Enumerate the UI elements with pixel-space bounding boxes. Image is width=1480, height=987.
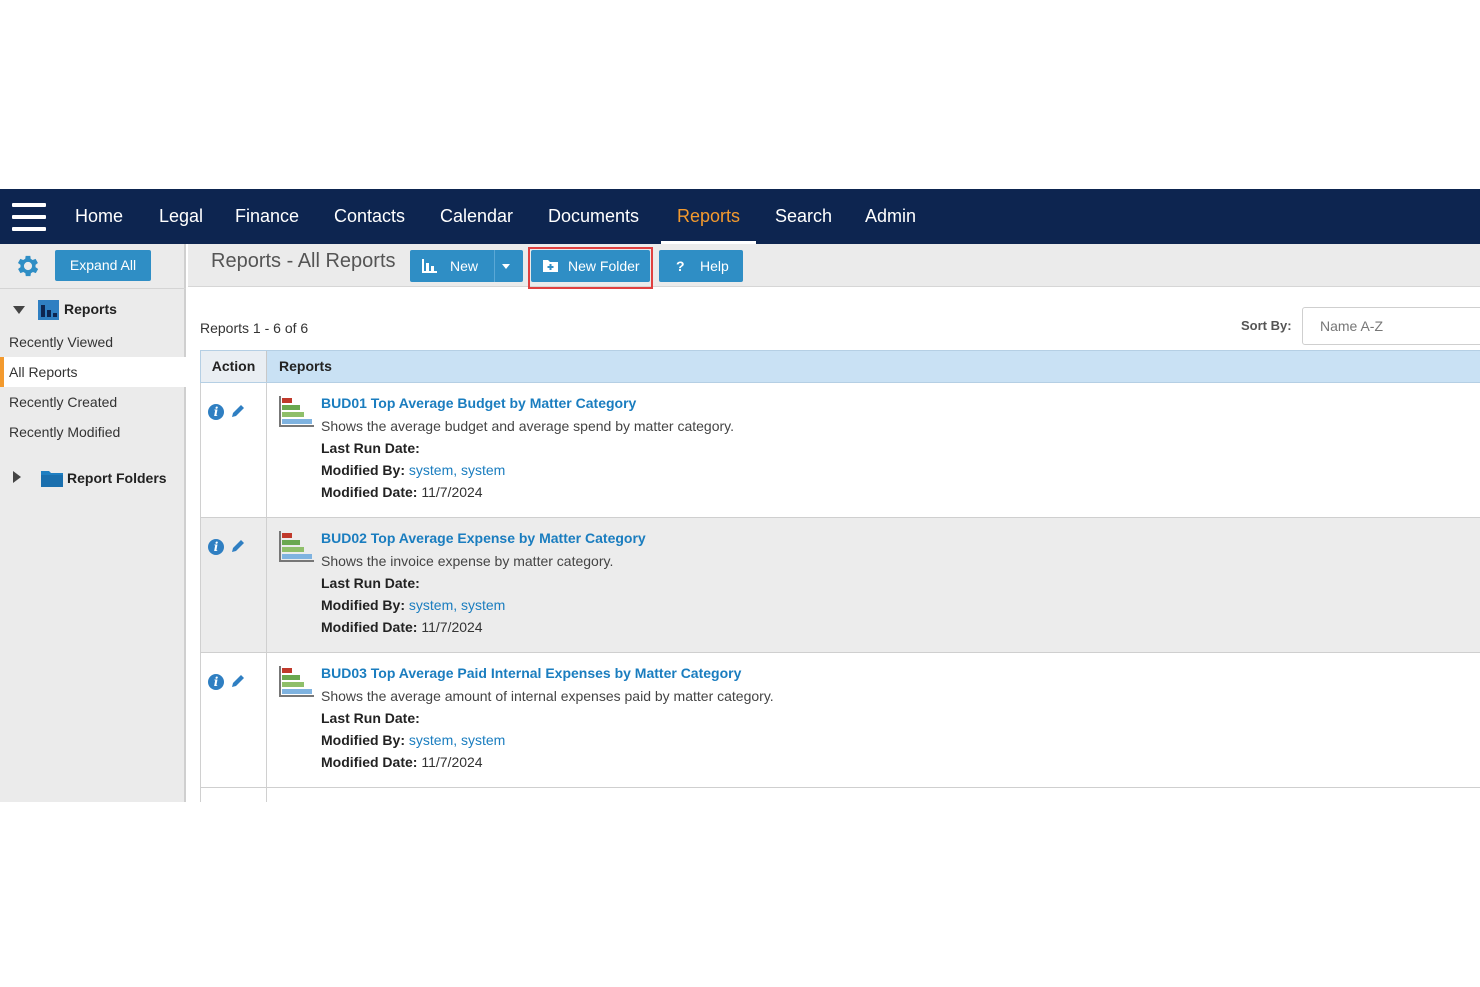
help-button[interactable]: ? Help	[659, 250, 743, 282]
chevron-right-icon[interactable]	[13, 471, 21, 483]
last-run-line: Last Run Date:	[321, 575, 420, 591]
report-title-link[interactable]: BUD02 Top Average Expense by Matter Cate…	[321, 530, 646, 546]
sort-by-label: Sort By:	[1241, 318, 1292, 333]
sidebar: Expand All Reports Recently Viewed All R…	[0, 244, 186, 802]
modified-date-value: 11/7/2024	[421, 484, 483, 500]
row-actions: i	[201, 518, 267, 652]
report-chart-icon	[279, 531, 314, 562]
sidebar-item-recently-viewed[interactable]: Recently Viewed	[0, 327, 186, 357]
last-run-label: Last Run Date:	[321, 575, 420, 591]
new-button-label: New	[450, 258, 479, 274]
column-header-reports[interactable]: Reports	[279, 351, 332, 382]
split-divider	[494, 250, 495, 282]
table-row: i BUD01 Top Average Budget by Matter Cat…	[200, 383, 1480, 518]
sidebar-item-label: Recently Viewed	[9, 334, 114, 350]
report-description: Shows the invoice expense by matter cate…	[321, 553, 614, 569]
sidebar-item-label: Recently Created	[9, 394, 118, 410]
report-title-link[interactable]: BUD01 Top Average Budget by Matter Categ…	[321, 395, 636, 411]
nav-calendar[interactable]: Calendar	[440, 189, 513, 244]
info-icon[interactable]: i	[208, 539, 224, 555]
modified-date-label: Modified Date:	[321, 619, 418, 635]
nav-reports[interactable]: Reports	[660, 189, 757, 244]
modified-date-label: Modified Date:	[321, 484, 418, 500]
column-header-action[interactable]: Action	[201, 351, 267, 382]
modified-date-line: Modified Date: 11/7/2024	[321, 754, 483, 770]
modified-by-label: Modified By:	[321, 597, 405, 613]
row-actions	[201, 788, 267, 802]
modified-by-label: Modified By:	[321, 462, 405, 478]
tree-report-folders-label[interactable]: Report Folders	[67, 470, 167, 486]
help-label: Help	[700, 258, 729, 274]
main-content: Reports - All Reports New New Folder ? H…	[188, 244, 1480, 802]
sidebar-item-recently-created[interactable]: Recently Created	[0, 387, 186, 417]
highlight-box	[528, 247, 653, 289]
report-chart-icon	[279, 666, 314, 697]
row-actions: i	[201, 653, 267, 787]
table-row: i BUD02 Top Average Expense by Matter Ca…	[200, 518, 1480, 653]
table-header: Action Reports	[200, 350, 1480, 383]
sidebar-item-label: All Reports	[9, 364, 78, 380]
report-description: Shows the average budget and average spe…	[321, 418, 735, 434]
modified-date-label: Modified Date:	[321, 754, 418, 770]
nav-legal[interactable]: Legal	[159, 189, 203, 244]
last-run-line: Last Run Date:	[321, 710, 420, 726]
caret-down-icon[interactable]	[502, 264, 510, 269]
modified-by-line: Modified By: system, system	[321, 462, 505, 478]
pencil-icon[interactable]	[230, 538, 246, 554]
info-icon[interactable]: i	[208, 674, 224, 690]
modified-by-line: Modified By: system, system	[321, 597, 505, 613]
sidebar-item-label: Recently Modified	[9, 424, 121, 440]
bar-chart-icon	[422, 259, 437, 273]
info-icon[interactable]: i	[208, 404, 224, 420]
chevron-down-icon[interactable]	[13, 306, 25, 314]
nav-admin[interactable]: Admin	[865, 189, 916, 244]
modified-date-line: Modified Date: 11/7/2024	[321, 484, 483, 500]
nav-search[interactable]: Search	[775, 189, 832, 244]
nav-home[interactable]: Home	[75, 189, 123, 244]
nav-documents[interactable]: Documents	[548, 189, 639, 244]
last-run-label: Last Run Date:	[321, 440, 420, 456]
gear-icon[interactable]	[14, 252, 42, 280]
report-title-link[interactable]: BUD03 Top Average Paid Internal Expenses…	[321, 665, 741, 681]
toolbar: Reports - All Reports New New Folder ? H…	[188, 244, 1480, 287]
hamburger-menu-icon[interactable]	[12, 203, 46, 231]
table-row-partial	[200, 788, 1480, 802]
results-count: Reports 1 - 6 of 6	[200, 320, 309, 336]
modified-by-line: Modified By: system, system	[321, 732, 505, 748]
sort-by-select[interactable]: Name A-Z	[1302, 307, 1480, 345]
reports-table: Action Reports i BUD01 Top Average Budge…	[200, 350, 1480, 802]
modified-by-label: Modified By:	[321, 732, 405, 748]
modified-by-link[interactable]: system, system	[409, 462, 505, 478]
row-actions: i	[201, 383, 267, 517]
nav-contacts[interactable]: Contacts	[334, 189, 405, 244]
last-run-label: Last Run Date:	[321, 710, 420, 726]
sidebar-divider	[0, 288, 186, 289]
sidebar-item-recently-modified[interactable]: Recently Modified	[0, 417, 186, 447]
modified-date-line: Modified Date: 11/7/2024	[321, 619, 483, 635]
new-report-button[interactable]: New	[410, 250, 523, 282]
modified-date-value: 11/7/2024	[421, 619, 483, 635]
tree-reports-label[interactable]: Reports	[64, 301, 117, 317]
nav-finance[interactable]: Finance	[235, 189, 299, 244]
folder-icon	[41, 471, 63, 487]
last-run-line: Last Run Date:	[321, 440, 420, 456]
modified-by-link[interactable]: system, system	[409, 597, 505, 613]
modified-by-link[interactable]: system, system	[409, 732, 505, 748]
table-row: i BUD03 Top Average Paid Internal Expens…	[200, 653, 1480, 788]
pencil-icon[interactable]	[230, 403, 246, 419]
expand-all-button[interactable]: Expand All	[55, 250, 151, 281]
pencil-icon[interactable]	[230, 673, 246, 689]
question-icon: ?	[676, 258, 685, 274]
sidebar-item-all-reports[interactable]: All Reports	[0, 357, 186, 387]
modified-date-value: 11/7/2024	[421, 754, 483, 770]
top-navigation-bar: Home Legal Finance Contacts Calendar Doc…	[0, 189, 1480, 244]
app-window: Home Legal Finance Contacts Calendar Doc…	[0, 189, 1480, 802]
report-description: Shows the average amount of internal exp…	[321, 688, 774, 704]
report-chart-icon	[279, 396, 314, 427]
reports-chart-icon	[38, 300, 59, 320]
page-title: Reports - All Reports	[211, 250, 396, 272]
